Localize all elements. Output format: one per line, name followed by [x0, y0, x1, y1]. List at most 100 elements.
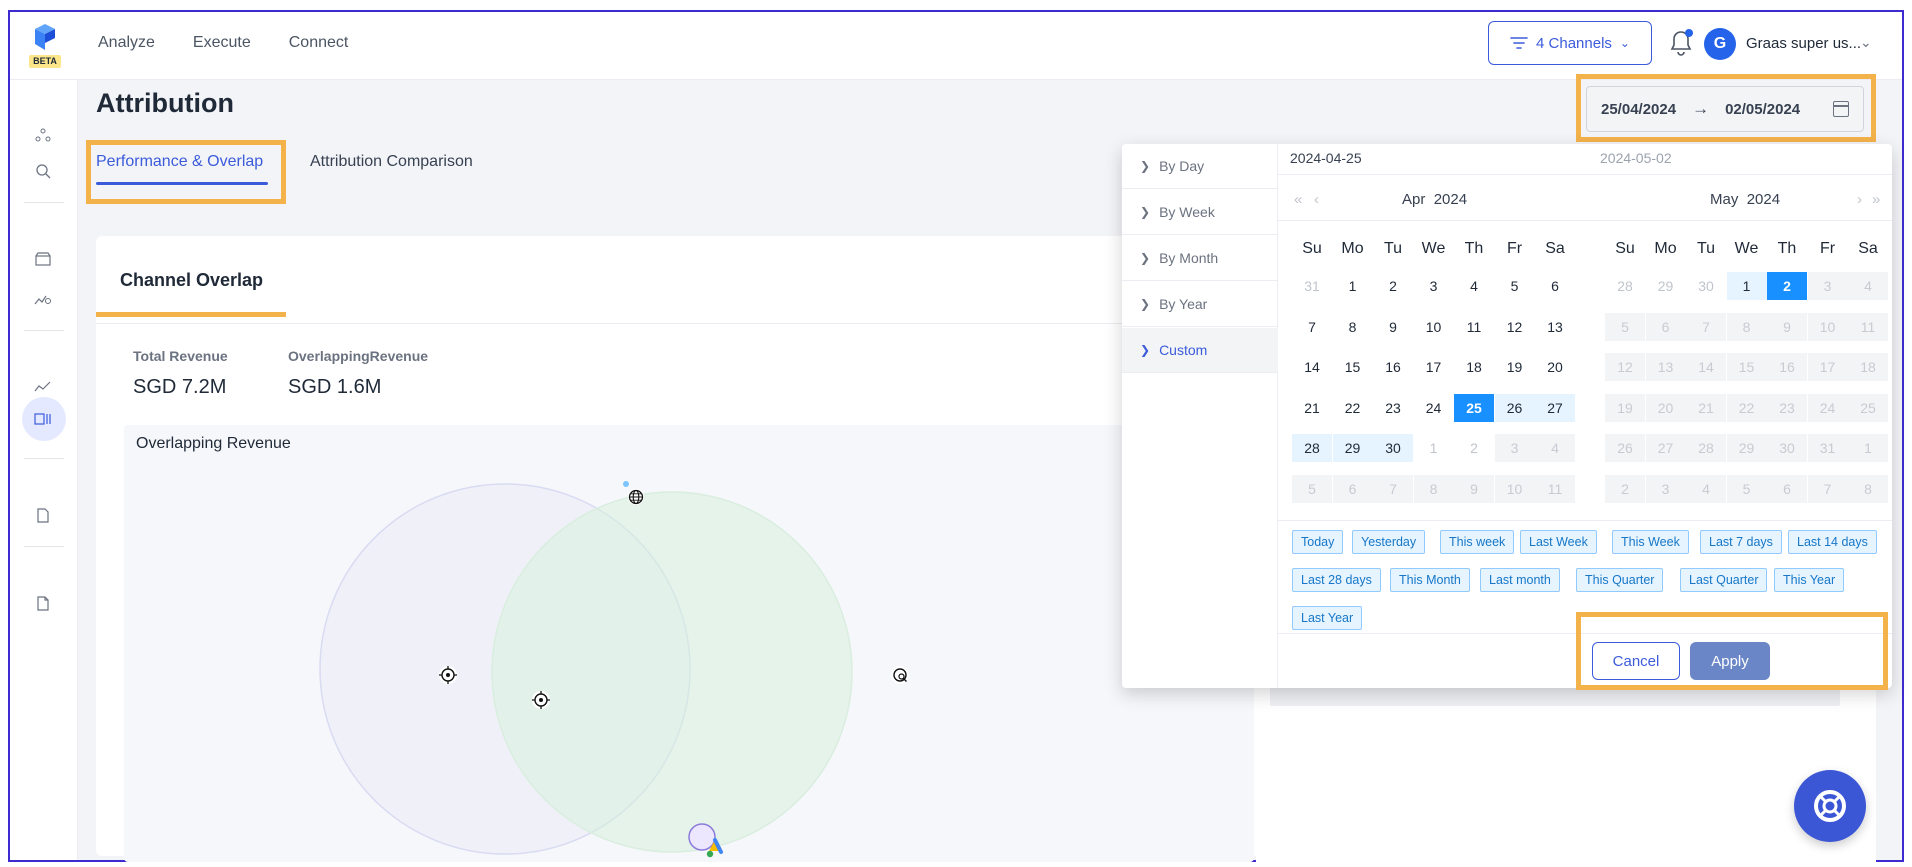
calendar-day[interactable]: 8 — [1413, 474, 1454, 503]
calendar-day[interactable]: 31 — [1292, 272, 1332, 300]
calendar-day[interactable]: 23 — [1373, 394, 1413, 422]
calendar-day[interactable]: 3 — [1494, 434, 1535, 462]
calendar-day[interactable]: 25 — [1454, 393, 1494, 422]
quick-range-chip[interactable]: This Year — [1774, 568, 1845, 592]
calendar-day[interactable]: 1 — [1726, 272, 1767, 300]
calendar-day[interactable]: 12 — [1495, 313, 1535, 341]
picker-mode-by-month[interactable]: ❯ By Month — [1122, 236, 1278, 281]
nav-analyze[interactable]: Analyze — [98, 34, 155, 52]
chevron-down-icon[interactable]: ⌄ — [1860, 34, 1872, 51]
calendar-day[interactable]: 10 — [1414, 313, 1454, 341]
venn-circle-b[interactable] — [491, 491, 853, 853]
calendar-day[interactable]: 12 — [1605, 353, 1645, 381]
calendar-day[interactable]: 7 — [1373, 474, 1413, 503]
calendar-day[interactable]: 3 — [1645, 474, 1686, 503]
calendar-day[interactable]: 30 — [1767, 434, 1807, 462]
channels-filter-button[interactable]: 4 Channels ⌄ — [1488, 21, 1652, 65]
calendar-day[interactable]: 8 — [1726, 312, 1767, 341]
store-icon[interactable] — [32, 248, 54, 270]
calendar-day[interactable]: 5 — [1292, 474, 1332, 503]
right-month[interactable]: May — [1710, 191, 1738, 208]
calendar-day[interactable]: 5 — [1495, 272, 1535, 300]
calendar-day[interactable]: 20 — [1535, 353, 1575, 381]
calendar-day[interactable]: 1 — [1848, 434, 1888, 462]
calendar-day[interactable]: 7 — [1807, 474, 1848, 503]
quick-range-chip[interactable]: This Month — [1390, 568, 1470, 592]
calendar-day[interactable]: 9 — [1454, 474, 1494, 503]
calendar-day[interactable]: 8 — [1848, 474, 1888, 503]
calendar-day[interactable]: 13 — [1535, 313, 1575, 341]
quick-range-chip[interactable]: Last Quarter — [1680, 568, 1768, 592]
picker-mode-by-week[interactable]: ❯ By Week — [1122, 190, 1278, 235]
trend-icon[interactable] — [32, 376, 54, 398]
user-name[interactable]: Graas super us... — [1746, 35, 1861, 52]
quick-range-chip[interactable]: This week — [1440, 530, 1515, 554]
calendar-day[interactable]: 23 — [1767, 393, 1807, 422]
next-year-icon[interactable]: » — [1872, 191, 1880, 208]
calendar-day[interactable]: 21 — [1686, 393, 1726, 422]
calendar-day[interactable]: 6 — [1332, 474, 1373, 503]
tab-attribution-comparison[interactable]: Attribution Comparison — [310, 153, 473, 171]
quick-range-chip[interactable]: Last 14 days — [1788, 530, 1877, 554]
picker-range-end[interactable]: 2024-05-02 — [1600, 150, 1672, 166]
calendar-day[interactable]: 1 — [1333, 272, 1373, 300]
attribution-icon[interactable] — [32, 408, 54, 430]
calendar-day[interactable]: 18 — [1848, 353, 1888, 381]
calendar-day[interactable]: 27 — [1645, 434, 1686, 462]
calendar-day[interactable]: 7 — [1686, 312, 1726, 341]
calendar-day[interactable]: 14 — [1686, 353, 1726, 381]
calendar-day[interactable]: 9 — [1373, 313, 1413, 341]
calendar-day[interactable]: 30 — [1686, 272, 1726, 300]
picker-mode-custom[interactable]: ❯ Custom — [1122, 328, 1278, 373]
quick-range-chip[interactable]: Last 7 days — [1700, 530, 1782, 554]
calendar-day[interactable]: 20 — [1645, 393, 1686, 422]
app-logo[interactable]: BETA — [28, 22, 62, 70]
calendar-day[interactable]: 2 — [1373, 272, 1413, 300]
picker-mode-by-day[interactable]: ❯ By Day — [1122, 144, 1278, 189]
notifications-bell[interactable] — [1668, 28, 1694, 58]
chart-search-icon[interactable] — [32, 288, 54, 310]
calendar-day[interactable]: 10 — [1494, 474, 1535, 503]
next-month-icon[interactable]: › — [1857, 191, 1862, 208]
quick-range-chip[interactable]: Last Year — [1292, 606, 1363, 630]
calendar-day[interactable]: 6 — [1645, 312, 1686, 341]
calendar-day[interactable]: 28 — [1686, 434, 1726, 462]
avatar[interactable]: G — [1704, 28, 1736, 60]
left-year[interactable]: 2024 — [1434, 191, 1467, 208]
quick-range-chip[interactable]: Today — [1292, 530, 1344, 554]
calendar-day[interactable]: 4 — [1454, 272, 1494, 300]
calendar-day[interactable]: 21 — [1292, 394, 1332, 422]
calendar-day[interactable]: 17 — [1807, 353, 1848, 381]
calendar-day[interactable]: 25 — [1848, 393, 1888, 422]
calendar-day[interactable]: 6 — [1767, 474, 1807, 503]
overlap-marker[interactable] — [688, 823, 716, 851]
calendar-day[interactable]: 19 — [1605, 393, 1645, 422]
calendar-day[interactable]: 11 — [1535, 474, 1575, 503]
calendar-day[interactable]: 3 — [1807, 272, 1848, 300]
calendar-day[interactable]: 29 — [1332, 434, 1373, 462]
quick-range-chip[interactable]: Last Week — [1520, 530, 1597, 554]
calendar-day[interactable]: 2 — [1454, 434, 1494, 462]
calendar-day[interactable]: 4 — [1686, 474, 1726, 503]
calendar-day[interactable]: 19 — [1495, 353, 1535, 381]
calendar-day[interactable]: 11 — [1454, 313, 1494, 341]
quick-range-chip[interactable]: Yesterday — [1352, 530, 1426, 554]
network-icon[interactable] — [32, 124, 54, 146]
calendar-day[interactable]: 15 — [1333, 353, 1373, 381]
file-icon[interactable] — [32, 592, 54, 614]
target-icon[interactable] — [532, 691, 550, 709]
calendar-day[interactable]: 4 — [1535, 434, 1575, 462]
calendar-day[interactable]: 30 — [1373, 434, 1413, 462]
calendar-day[interactable]: 29 — [1726, 434, 1767, 462]
calendar-day[interactable]: 31 — [1807, 434, 1848, 462]
calendar-day[interactable]: 17 — [1414, 353, 1454, 381]
document-icon[interactable] — [32, 504, 54, 526]
calendar-day[interactable]: 5 — [1726, 474, 1767, 503]
calendar-day[interactable]: 7 — [1292, 313, 1332, 341]
prev-year-icon[interactable]: « — [1294, 191, 1302, 208]
calendar-day[interactable]: 14 — [1292, 353, 1332, 381]
calendar-day[interactable]: 16 — [1373, 353, 1413, 381]
calendar-day[interactable]: 10 — [1807, 312, 1848, 341]
picker-range-start[interactable]: 2024-04-25 — [1290, 150, 1362, 166]
calendar-day[interactable]: 3 — [1414, 272, 1454, 300]
